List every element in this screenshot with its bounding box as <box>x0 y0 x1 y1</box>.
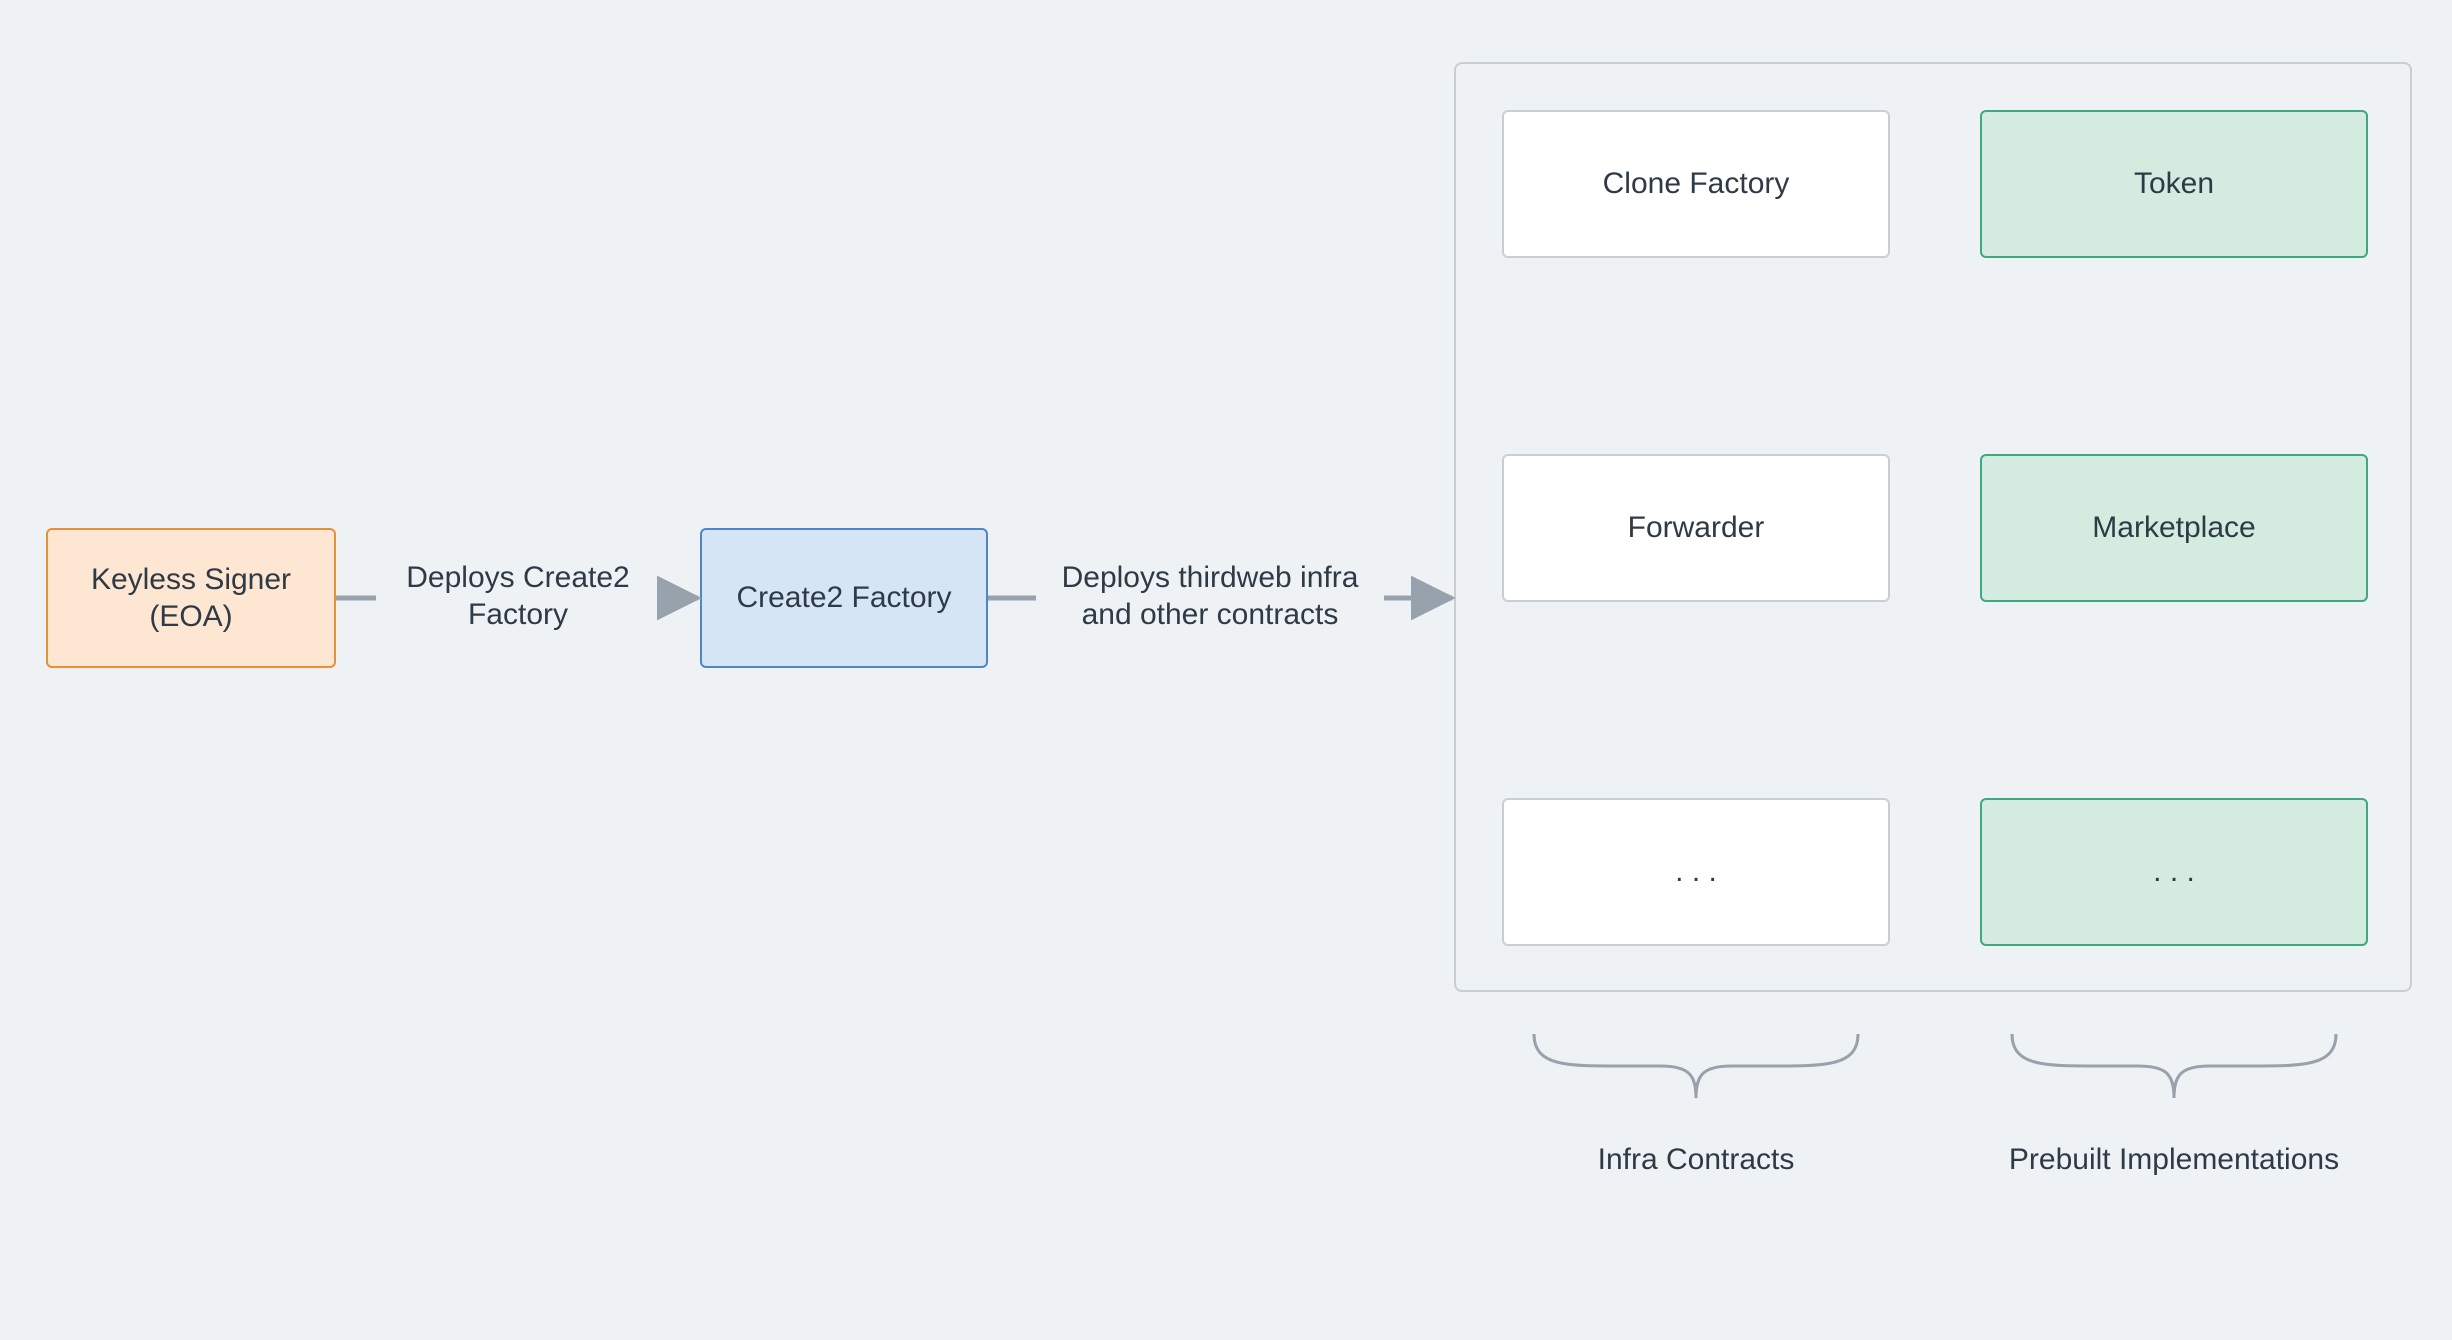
edge-label-deploys-create2: Deploys Create2 Factory <box>378 556 658 636</box>
node-prebuilt-more: . . . <box>1980 798 2368 946</box>
node-clone-factory: Clone Factory <box>1502 110 1890 258</box>
node-create2-factory: Create2 Factory <box>700 528 988 668</box>
node-token: Token <box>1980 110 2368 258</box>
edge-label-deploys-infra: Deploys thirdweb infra and other contrac… <box>1038 556 1382 636</box>
node-keyless-signer: Keyless Signer (EOA) <box>46 528 336 668</box>
node-forwarder: Forwarder <box>1502 454 1890 602</box>
column-label-infra: Infra Contracts <box>1502 1140 1890 1190</box>
column-label-prebuilt: Prebuilt Implementations <box>1980 1140 2368 1230</box>
node-infra-more: . . . <box>1502 798 1890 946</box>
brace-prebuilt <box>2012 1034 2336 1098</box>
node-marketplace: Marketplace <box>1980 454 2368 602</box>
brace-infra <box>1534 1034 1858 1098</box>
